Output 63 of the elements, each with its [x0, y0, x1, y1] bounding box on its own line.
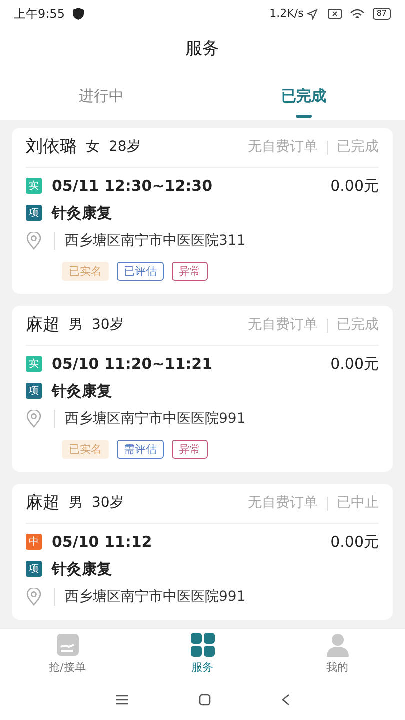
patient-gender: 女 [86, 138, 100, 157]
patient-name: 麻超 [26, 314, 60, 337]
service-time: 05/10 11:12 [52, 532, 152, 553]
fee-label: 无自费订单 [248, 494, 318, 513]
patient-age: 28岁 [109, 138, 141, 157]
project-name: 针灸康复 [52, 380, 112, 402]
network-speed: 1.2K/s [270, 6, 304, 22]
patient-gender: 男 [69, 494, 83, 513]
time-badge: 中 [26, 534, 42, 550]
patient-age: 30岁 [92, 316, 124, 335]
project-badge: 项 [26, 383, 42, 399]
time-badge: 实 [26, 356, 42, 372]
project-badge: 项 [26, 561, 42, 577]
home-icon[interactable] [198, 694, 210, 706]
address: 西乡塘区南宁市中医医院311 [65, 232, 246, 250]
status-tag: 需评估 [117, 440, 164, 458]
patient-name: 麻超 [26, 492, 60, 515]
tab[interactable]: 已完成 [202, 72, 405, 120]
menu-icon[interactable] [116, 695, 128, 705]
order-status: 已中止 [337, 494, 379, 513]
time-badge: 实 [26, 178, 42, 194]
status-tag: 已实名 [62, 440, 109, 458]
order-card[interactable]: 刘依璐 女 28岁 无自费订单 已完成 实 05/11 12:30~12:30 0.00元 项 针灸康复 西乡塘区南宁市中医医院311 已实名 已评估 异常 [12, 128, 393, 294]
price: 0.00元 [330, 176, 379, 197]
grid-icon [190, 632, 216, 658]
back-icon[interactable] [282, 694, 290, 706]
fee-label: 无自费订单 [248, 316, 318, 335]
price: 0.00元 [330, 354, 379, 375]
service-time: 05/11 12:30~12:30 [52, 176, 213, 197]
address: 西乡塘区南宁市中医医院991 [65, 588, 246, 606]
nav-tab[interactable]: 我的 [270, 629, 405, 680]
price: 0.00元 [330, 532, 379, 553]
patient-age: 30岁 [92, 494, 124, 513]
project-badge: 项 [26, 205, 42, 221]
location-pin-icon [26, 410, 42, 428]
location-pin-icon [26, 232, 42, 250]
order-status: 已完成 [337, 138, 379, 157]
page-title: 服务 [186, 38, 220, 62]
patient-name: 刘依璐 [26, 136, 77, 159]
status-tag: 异常 [172, 440, 208, 458]
tab[interactable]: 进行中 [0, 72, 202, 120]
person-icon [324, 632, 350, 658]
order-status: 已完成 [337, 316, 379, 335]
status-tag: 已评估 [117, 262, 164, 280]
address: 西乡塘区南宁市中医医院991 [65, 410, 246, 428]
clock: 上午9:55 [14, 6, 65, 23]
battery-indicator: 87 [372, 8, 391, 20]
patient-gender: 男 [69, 316, 83, 335]
location-pin-icon [26, 588, 42, 606]
order-card[interactable]: 麻超 男 30岁 无自费订单 已完成 实 05/10 11:20~11:21 0.00元 项 针灸康复 西乡塘区南宁市中医医院991 已实名 需评估 异常 [12, 306, 393, 472]
project-name: 针灸康复 [52, 202, 112, 224]
nav-tab[interactable]: 服务 [135, 629, 270, 680]
fee-label: 无自费订单 [248, 138, 318, 157]
nav-tab[interactable]: 抢/接单 [0, 629, 135, 680]
sim-icon [328, 9, 342, 19]
location-arrow-icon [306, 8, 318, 20]
wifi-icon [350, 8, 365, 20]
shield-icon [72, 8, 84, 20]
project-name: 针灸康复 [52, 558, 112, 580]
status-tag: 异常 [172, 262, 208, 280]
service-time: 05/10 11:20~11:21 [52, 354, 213, 375]
order-card[interactable]: 麻超 男 30岁 无自费订单 已中止 中 05/10 11:12 0.00元 项 针灸康复 西乡塘区南宁市中医医院991 [12, 484, 393, 620]
status-tag: 已实名 [62, 262, 109, 280]
